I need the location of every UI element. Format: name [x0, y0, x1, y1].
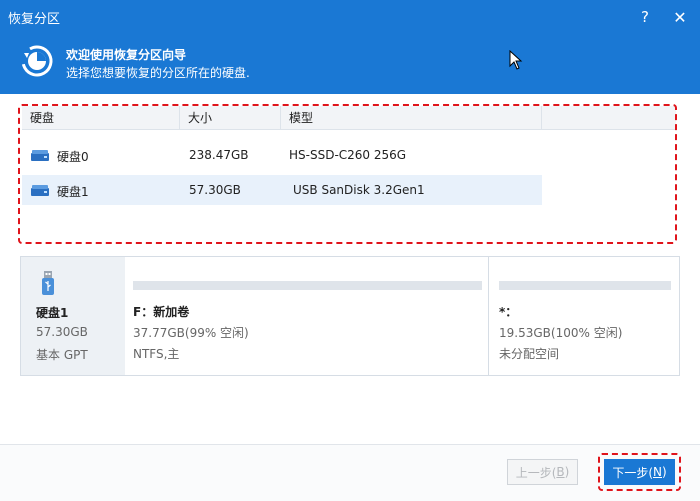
partition-name: F：新加卷 [133, 305, 190, 319]
map-disk-size: 57.30GB [36, 325, 88, 339]
column-header-disk[interactable]: 硬盘 [22, 106, 180, 130]
close-button[interactable]: ✕ [668, 6, 692, 28]
column-header-filler [542, 106, 676, 130]
wizard-heading: 欢迎使用恢复分区向导 [66, 48, 187, 62]
disk-row[interactable]: 硬盘0 238.47GB HS-SSD-C260 256G [22, 140, 542, 170]
partition-usage-bar [133, 281, 482, 290]
next-button-label: 下一步( [612, 465, 653, 480]
hard-disk-icon [31, 150, 49, 161]
disk-size: 57.30GB [189, 183, 241, 197]
partition-capacity: 37.77GB(99% 空闲) [133, 326, 249, 340]
column-header-model[interactable]: 模型 [281, 106, 542, 130]
back-button-hotkey: B [556, 465, 565, 479]
disk-name: 硬盘0 [57, 150, 89, 164]
disk-size: 238.47GB [189, 148, 249, 162]
usb-drive-icon [42, 271, 54, 295]
partition-filesystem: 未分配空间 [499, 347, 560, 361]
disk-map-panel: 硬盘1 57.30GB 基本 GPT F：新加卷 37.77GB(99% 空闲)… [20, 256, 680, 376]
disk-model: USB SanDisk 3.2Gen1 [293, 183, 425, 197]
disk-row-selected[interactable]: 硬盘1 57.30GB USB SanDisk 3.2Gen1 [22, 175, 542, 205]
partition-usage-bar [499, 281, 671, 290]
next-button-label-end: ) [661, 465, 667, 479]
header-banner: 恢复分区 ? ✕ 欢迎使用恢复分区向导 选择您想要恢复的分区所在的硬盘. [0, 0, 700, 94]
hard-disk-icon [31, 185, 49, 196]
back-button-label: 上一步( [515, 465, 557, 480]
help-button[interactable]: ? [633, 6, 657, 28]
mouse-cursor-icon [509, 50, 523, 70]
map-disk-type: 基本 GPT [36, 348, 88, 362]
next-button[interactable]: 下一步(N) [604, 459, 675, 485]
column-header-size[interactable]: 大小 [180, 106, 281, 130]
partition-block[interactable]: F：新加卷 37.77GB(99% 空闲) NTFS,主 [126, 257, 489, 375]
disk-map-disk-info[interactable]: 硬盘1 57.30GB 基本 GPT [21, 257, 125, 375]
back-button[interactable]: 上一步(B) [507, 459, 578, 485]
disk-model: HS-SSD-C260 256G [289, 148, 407, 162]
window-title: 恢复分区 [8, 12, 61, 27]
restore-partition-icon [21, 45, 53, 77]
disk-name: 硬盘1 [57, 185, 89, 199]
partition-name: *： [499, 305, 518, 319]
partition-capacity: 19.53GB(100% 空闲) [499, 326, 623, 340]
footer-bar: 上一步(B) 下一步(N) [0, 444, 700, 501]
disk-list-table: 硬盘 大小 模型 硬盘0 238.47GB HS-SSD-C260 256G 硬… [22, 106, 676, 242]
wizard-subheading: 选择您想要恢复的分区所在的硬盘. [66, 66, 250, 80]
back-button-label-end: ) [564, 465, 570, 479]
next-button-hotkey: N [653, 465, 662, 479]
partition-filesystem: NTFS,主 [133, 347, 180, 361]
map-disk-name: 硬盘1 [36, 306, 69, 320]
unallocated-block[interactable]: *： 19.53GB(100% 空闲) 未分配空间 [489, 257, 679, 375]
